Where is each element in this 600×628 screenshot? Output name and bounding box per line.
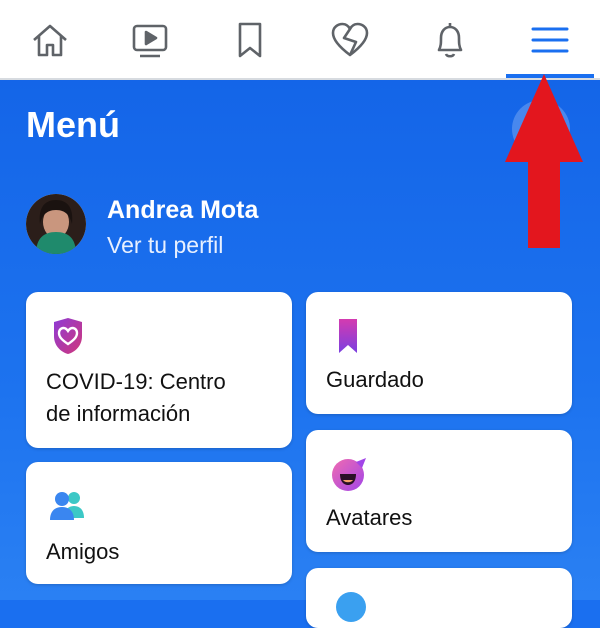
video-icon[interactable] xyxy=(122,12,178,68)
friends-card[interactable]: Amigos xyxy=(26,462,292,584)
saved-card[interactable]: Guardado xyxy=(306,292,572,414)
avatar-face-icon xyxy=(328,454,368,494)
annotation-arrow xyxy=(503,70,585,250)
shortcut-icon xyxy=(336,592,366,622)
bookmark-icon[interactable] xyxy=(222,12,278,68)
covid-info-card[interactable]: COVID-19: Centro de información xyxy=(26,292,292,448)
page-title: Menú xyxy=(26,104,120,145)
avatars-card[interactable]: Avatares xyxy=(306,430,572,552)
hamburger-menu-icon[interactable] xyxy=(522,12,578,68)
friends-icon xyxy=(48,486,88,526)
covid-card-label: COVID-19: Centro de información xyxy=(46,369,226,426)
menu-card-partial[interactable] xyxy=(306,568,572,628)
covid-shield-heart-icon xyxy=(48,316,88,356)
top-navigation-bar xyxy=(0,0,600,80)
profile-name[interactable]: Andrea Mota xyxy=(107,196,258,225)
saved-card-label: Guardado xyxy=(326,367,424,392)
avatar[interactable] xyxy=(26,194,86,254)
friends-card-label: Amigos xyxy=(46,539,120,564)
bookmark-icon xyxy=(328,316,368,356)
heart-icon[interactable] xyxy=(322,12,378,68)
bell-icon[interactable] xyxy=(422,12,478,68)
view-profile-link[interactable]: Ver tu perfil xyxy=(107,232,223,259)
avatars-card-label: Avatares xyxy=(326,505,413,530)
home-icon[interactable] xyxy=(22,12,78,68)
